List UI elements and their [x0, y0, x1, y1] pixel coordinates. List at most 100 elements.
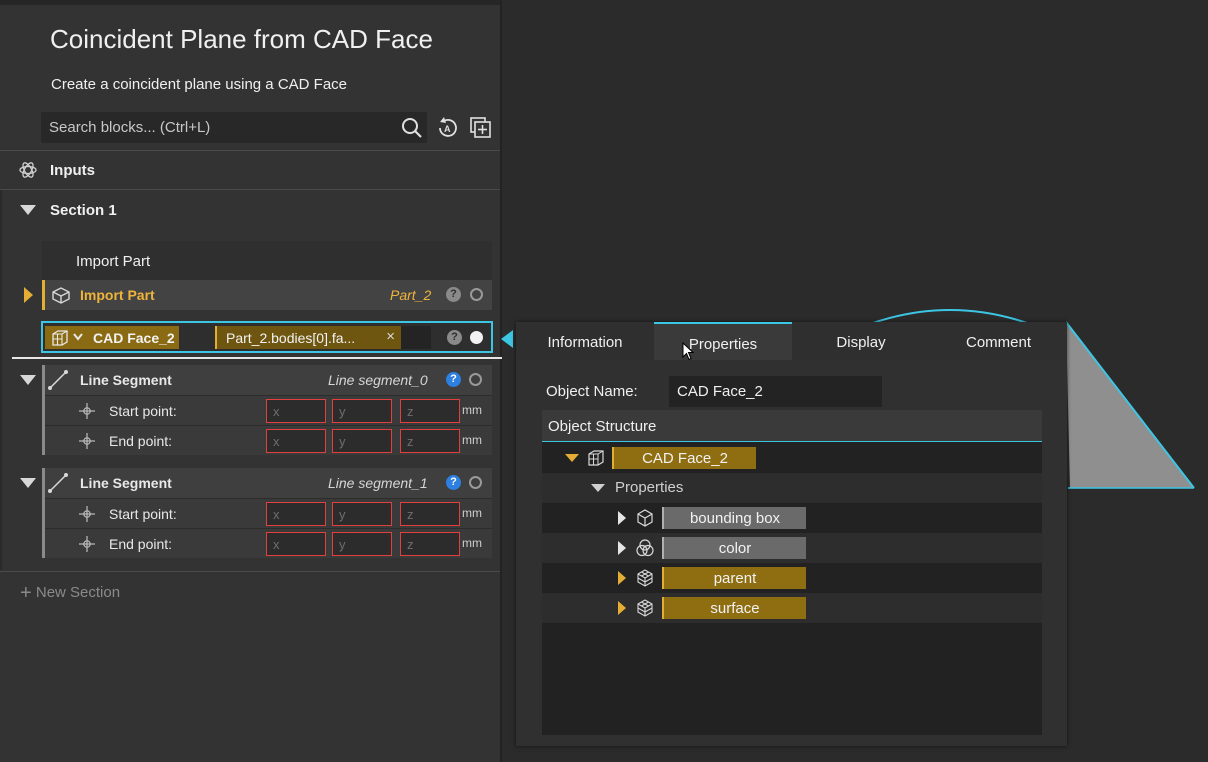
tree-node-color[interactable]: color	[542, 533, 1042, 563]
z-input[interactable]: z	[400, 429, 460, 453]
tab-display[interactable]: Display	[792, 322, 930, 360]
chevron-down-icon[interactable]	[72, 332, 84, 342]
refresh-assist-icon[interactable]: A	[435, 115, 461, 141]
expand-arrow-icon[interactable]	[618, 601, 626, 615]
expand-arrow-icon[interactable]	[618, 571, 626, 585]
y-input[interactable]: y	[332, 532, 392, 556]
panel-divider	[500, 0, 502, 762]
end-point-label: End point:	[109, 433, 173, 449]
cad-face-value: Part_2.bodies[0].fa...	[226, 330, 356, 346]
divider	[0, 150, 500, 151]
page-title: Coincident Plane from CAD Face	[50, 24, 433, 54]
object-name-field[interactable]: CAD Face_2	[669, 376, 882, 407]
line-segment-box: Line Segment Line segment_0 ?	[42, 365, 492, 395]
insert-indicator	[12, 357, 502, 359]
start-point-row: Start point: x y z mm	[42, 395, 492, 425]
y-input[interactable]: y	[332, 399, 392, 423]
tree-node-label: parent	[662, 567, 806, 589]
point-icon	[79, 506, 95, 522]
x-input[interactable]: x	[266, 532, 326, 556]
new-section-button[interactable]: + New Section	[20, 582, 120, 605]
collapse-arrow-icon[interactable]	[20, 205, 36, 215]
expand-arrow-icon[interactable]	[618, 511, 626, 525]
status-dot-icon[interactable]	[470, 288, 483, 301]
search-input[interactable]	[41, 112, 391, 143]
tree-node-bounding-box[interactable]: bounding box	[542, 503, 1042, 533]
import-part-header-label: Import Part	[76, 253, 151, 270]
import-part-row[interactable]: Import Part Part_2 ?	[42, 280, 492, 310]
tree-node-root[interactable]: CAD Face_2	[542, 443, 1042, 473]
tab-properties[interactable]: Properties	[654, 322, 792, 360]
expand-arrow-icon[interactable]	[618, 541, 626, 555]
cad-face-value-field[interactable]: Part_2.bodies[0].fa... ×	[215, 326, 401, 349]
tree-node-label: CAD Face_2	[612, 447, 756, 469]
z-input[interactable]: z	[400, 502, 460, 526]
x-input[interactable]: x	[266, 429, 326, 453]
cad-face-3d-view[interactable]	[1060, 300, 1208, 500]
cad-face-chip[interactable]: CAD Face_2	[45, 326, 179, 349]
color-icon	[636, 539, 654, 557]
inputs-row[interactable]: Inputs	[0, 152, 500, 188]
cad-face-icon	[588, 450, 604, 466]
z-input[interactable]: z	[400, 532, 460, 556]
collapse-arrow-icon[interactable]	[20, 375, 36, 385]
y-input[interactable]: y	[332, 429, 392, 453]
z-input[interactable]: z	[400, 399, 460, 423]
line-segment-icon	[48, 473, 68, 493]
line-segment-value: Line segment_1	[328, 475, 428, 491]
line-segment-label: Line Segment	[80, 372, 172, 388]
unit-label: mm	[462, 403, 482, 417]
line-segment-box: Line Segment Line segment_1 ?	[42, 468, 492, 498]
expand-arrow-icon[interactable]	[591, 484, 605, 492]
object-structure-label: Object Structure	[548, 418, 657, 435]
unit-label: mm	[462, 506, 482, 520]
status-dot-icon[interactable]	[469, 476, 482, 489]
point-icon	[79, 433, 95, 449]
object-structure-tree: Object Structure CAD Face_2 Properties b…	[542, 410, 1042, 735]
help-icon[interactable]: ?	[446, 475, 461, 490]
tree-node-parent[interactable]: parent	[542, 563, 1042, 593]
line-segment-icon	[48, 370, 68, 390]
unit-label: mm	[462, 433, 482, 447]
search-icon[interactable]	[400, 116, 424, 140]
block-left-bar	[42, 365, 45, 455]
y-input[interactable]: y	[332, 502, 392, 526]
collapse-arrow-icon[interactable]	[20, 478, 36, 488]
expand-arrow-icon[interactable]	[24, 287, 33, 303]
plus-icon: +	[20, 582, 32, 604]
help-icon[interactable]: ?	[447, 330, 462, 345]
cad-face-icon	[52, 330, 68, 346]
object-name-label: Object Name:	[546, 383, 638, 400]
x-input[interactable]: x	[266, 399, 326, 423]
box-icon	[637, 509, 653, 527]
point-icon	[79, 403, 95, 419]
cad-face-row[interactable]: CAD Face_2 Part_2.bodies[0].fa... × ?	[41, 321, 493, 353]
help-icon[interactable]: ?	[446, 372, 461, 387]
add-block-icon[interactable]	[468, 115, 494, 141]
line-segment-header[interactable]: Line Segment Line segment_1 ?	[0, 468, 500, 498]
tab-information[interactable]: Information	[516, 322, 654, 360]
start-point-label: Start point:	[109, 403, 177, 419]
expand-arrow-icon[interactable]	[565, 454, 579, 462]
status-dot-icon[interactable]	[470, 331, 483, 344]
import-part-block-header[interactable]: Import Part	[42, 241, 492, 280]
block-left-bar	[42, 468, 45, 558]
help-icon[interactable]: ?	[446, 287, 461, 302]
x-input[interactable]: x	[266, 502, 326, 526]
divider	[0, 189, 500, 190]
section-label: Section 1	[50, 202, 117, 219]
section-header[interactable]: Section 1	[0, 192, 500, 228]
new-section-label: New Section	[35, 584, 121, 601]
tree-node-surface[interactable]: surface	[542, 593, 1042, 623]
status-dot-icon[interactable]	[469, 373, 482, 386]
import-part-value: Part_2	[390, 287, 432, 303]
inputs-icon	[19, 162, 37, 178]
tab-comment[interactable]: Comment	[930, 322, 1067, 360]
tree-node-properties[interactable]: Properties	[542, 473, 1042, 503]
clear-icon[interactable]: ×	[386, 328, 395, 345]
mouse-cursor-icon	[682, 342, 695, 361]
line-segment-header[interactable]: Line Segment Line segment_0 ?	[0, 365, 500, 395]
popup-pointer	[501, 330, 513, 348]
surface-icon	[637, 599, 653, 617]
inputs-label: Inputs	[50, 162, 95, 179]
